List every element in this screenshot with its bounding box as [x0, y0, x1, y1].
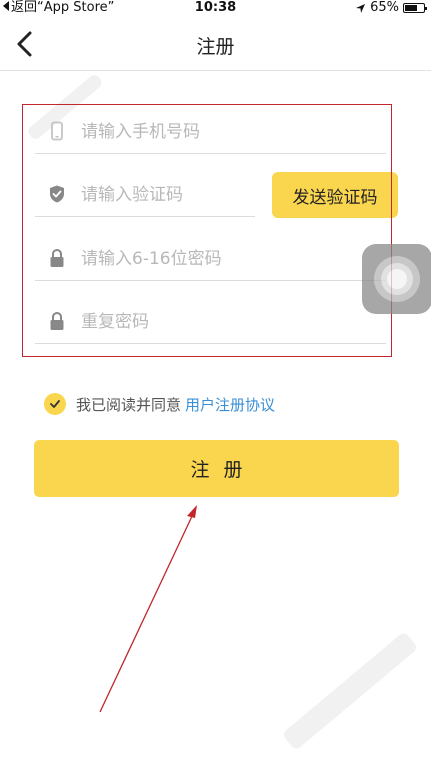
status-bar: 返回“App Store” 10:38 65% [0, 0, 431, 18]
status-right: 65% [355, 0, 427, 16]
register-button[interactable]: 注册 [34, 440, 399, 497]
battery-percent: 65% [370, 0, 399, 15]
battery-fill [405, 5, 417, 11]
location-arrow-icon [356, 3, 366, 13]
agreement-link[interactable]: 用户注册协议 [185, 394, 275, 415]
annotation-frame [22, 104, 392, 357]
assistive-touch-button[interactable] [362, 244, 431, 314]
checkmark-icon [50, 400, 60, 408]
agreement-text: 我已阅读并同意 [76, 395, 182, 414]
watermark-stroke [281, 631, 419, 751]
page-title: 注册 [196, 36, 235, 58]
agreement-checkbox[interactable] [44, 393, 66, 415]
agreement-row: 我已阅读并同意 用户注册协议 [44, 392, 275, 416]
nav-bar: 注册 [0, 18, 431, 71]
battery-icon [403, 3, 427, 13]
